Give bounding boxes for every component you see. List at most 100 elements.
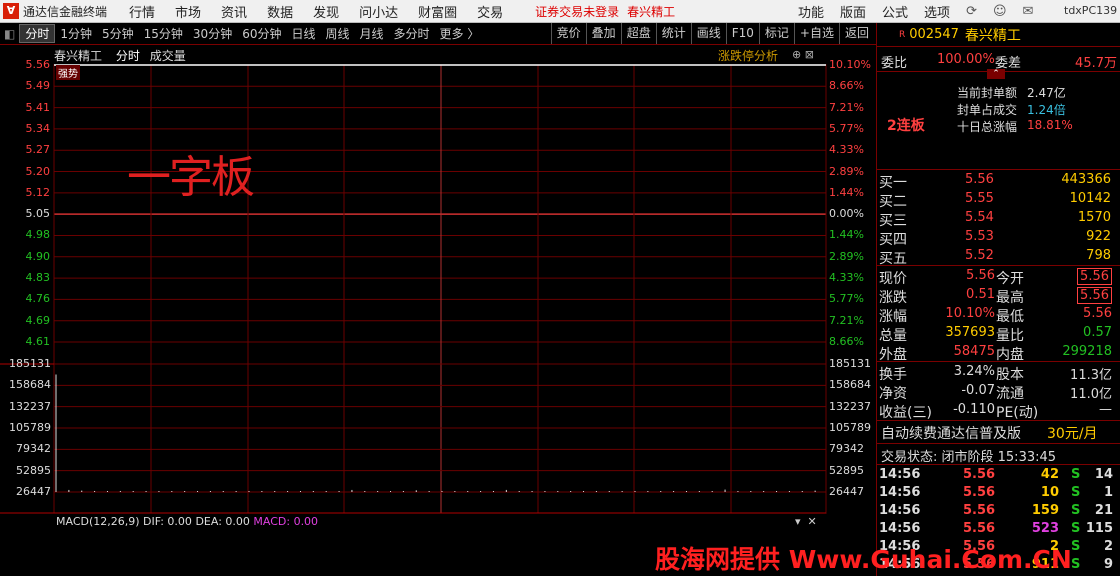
macd-value: MACD: 0.00: [253, 515, 319, 528]
promo-price[interactable]: 30元/月: [1047, 423, 1098, 443]
pct-tick-label: 1.44%: [829, 185, 864, 199]
tick-side: S: [1071, 467, 1081, 482]
tab-fenshi[interactable]: 分时: [19, 24, 56, 43]
menu-item-wenxiaoda[interactable]: 问小达: [349, 2, 408, 21]
menu-item-gongneng[interactable]: 功能: [790, 2, 832, 21]
tick-time: 14:56: [879, 485, 921, 500]
quote-panel: R 002547 春兴精工 委比 100.00% 委差 45.7万 ⌃ 2连板 …: [876, 23, 1120, 576]
menu-item-banmian[interactable]: 版面: [832, 2, 874, 21]
book-row[interactable]: 买二 5.55 10142: [877, 190, 1120, 210]
limit-up-annotation: 一字板: [127, 152, 255, 203]
info-label-right: 最高: [996, 290, 1024, 306]
refresh-icon[interactable]: ⟳: [958, 4, 985, 19]
volume-tick-label-right: 185131: [829, 357, 871, 370]
info-label-right: 流通: [996, 386, 1024, 402]
macd-dea: DEA: 0.00: [195, 515, 250, 528]
tab-15min[interactable]: 15分钟: [139, 25, 188, 42]
layout-toggle-icon[interactable]: ◧: [0, 27, 19, 41]
book-row[interactable]: 买四 5.53 922: [877, 228, 1120, 248]
tab-1min[interactable]: 1分钟: [55, 25, 97, 42]
tab-more[interactable]: 更多 〉: [435, 25, 485, 42]
tick-price: 5.56: [963, 485, 996, 500]
book-price: 5.55: [965, 191, 994, 206]
chart-frame: [53, 64, 827, 514]
volume-tick-label: 158684: [9, 378, 51, 392]
chart-stock-name: 春兴精工: [54, 49, 103, 63]
info-value-left: 10.10%: [945, 306, 995, 321]
r-marker: R: [899, 29, 906, 40]
menu-item-shuju[interactable]: 数据: [257, 2, 303, 21]
volume-tick-label: 105789: [9, 421, 51, 434]
menu-item-jiaoyi[interactable]: 交易: [467, 2, 513, 21]
pct-tick-label: 5.77%: [829, 121, 864, 135]
intraday-chart[interactable]: 春兴精工 分时 成交量 涨跌停分析 ⊕ ⊠ 强势 一字板 5.56 5.49 5.4…: [0, 45, 876, 576]
price-tick-label: 5.27: [25, 143, 51, 157]
price-tick-label: 4.61: [25, 335, 51, 348]
menu-item-xuanxiang[interactable]: 选项: [916, 2, 958, 21]
tool-tongji[interactable]: 统计: [655, 23, 691, 44]
tab-5min[interactable]: 5分钟: [97, 25, 139, 42]
tool-back[interactable]: 返回: [838, 23, 874, 44]
tab-30min[interactable]: 30分钟: [188, 25, 237, 42]
menu-item-gongshi[interactable]: 公式: [874, 2, 916, 21]
price-tick-label: 5.49: [25, 79, 51, 93]
user-icon[interactable]: ☺: [985, 4, 1015, 19]
limit-analysis-link[interactable]: 涨跌停分析: [718, 47, 778, 64]
tool-diejia[interactable]: 叠加: [585, 23, 621, 44]
weibi-row: 委比 100.00% 委差 45.7万: [877, 51, 1120, 71]
tab-daily[interactable]: 日线: [286, 25, 320, 42]
tool-chaopan[interactable]: 超盘: [620, 23, 656, 44]
info-value-right: 11.3亿: [1070, 368, 1112, 383]
pct-tick-label: 7.21%: [829, 100, 864, 114]
menu-item-shichang[interactable]: 市场: [165, 2, 211, 21]
volume-tick-label: 132237: [9, 399, 51, 413]
tick-side: S: [1071, 557, 1081, 572]
tick-count: 21: [1094, 503, 1113, 518]
limit-stat-value: 2.47亿: [1027, 86, 1066, 100]
tab-weekly[interactable]: 周线: [321, 25, 355, 42]
menu-item-hangqing[interactable]: 行情: [119, 2, 165, 21]
trade-login-notice[interactable]: 证券交易未登录: [535, 3, 619, 20]
tool-jingjia[interactable]: 竞价: [550, 23, 586, 44]
tool-add-watchlist[interactable]: +自选: [793, 23, 839, 44]
book-row[interactable]: 买五 5.52 798: [877, 247, 1120, 267]
promo-row[interactable]: 自动续费通达信普及版 30元/月: [877, 422, 1120, 443]
pc-name: tdxPC139: [1064, 4, 1118, 17]
book-price: 5.56: [965, 172, 994, 187]
quote-info-row: 外盘 58475 内盘 299218: [877, 343, 1120, 363]
limit-stat-row: 十日总涨幅 18.81%: [877, 117, 1120, 136]
info-value-right: —: [1099, 402, 1112, 417]
mail-icon[interactable]: ✉: [1015, 4, 1042, 19]
pct-tick-label: 1.44%: [829, 228, 864, 242]
collapse-arrow-icon[interactable]: ⌃: [987, 69, 1005, 79]
pct-tick-label: 0.00%: [829, 207, 864, 221]
stock-code: 002547: [909, 27, 959, 42]
tab-monthly[interactable]: 月线: [355, 25, 389, 42]
menu-item-faxian[interactable]: 发现: [303, 2, 349, 21]
pct-tick-label: 10.10%: [829, 58, 871, 71]
tab-multi-fenshi[interactable]: 多分时: [389, 25, 435, 42]
menu-item-zixun[interactable]: 资讯: [211, 2, 257, 21]
book-price: 5.52: [965, 248, 994, 263]
tool-huaxian[interactable]: 画线: [690, 23, 726, 44]
macd-controls[interactable]: ▾ ✕: [795, 515, 817, 528]
right-menu: 功能 版面 公式 选项 ⟳ ☺ ✉: [790, 0, 1041, 22]
promo-text[interactable]: 自动续费通达信普及版: [881, 423, 1021, 443]
tool-f10[interactable]: F10: [725, 23, 759, 44]
info-label-right: 今开: [996, 271, 1024, 287]
book-row[interactable]: 买三 5.54 1570: [877, 209, 1120, 229]
pct-tick-label: 7.21%: [829, 313, 864, 327]
book-row[interactable]: 买一 5.56 443366: [877, 171, 1120, 191]
tool-biaoji[interactable]: 标记: [758, 23, 794, 44]
menu-item-caifuquan[interactable]: 财富圈: [408, 2, 467, 21]
tab-60min[interactable]: 60分钟: [237, 25, 286, 42]
strength-badge: 强势: [56, 65, 80, 80]
info-label-left: 净资: [879, 386, 907, 402]
chart-header-icons[interactable]: ⊕ ⊠: [792, 48, 814, 61]
weicha-value: 45.7万: [1075, 56, 1117, 71]
chart-canvas[interactable]: [0, 45, 876, 576]
status-row: 交易状态: 闭市阶段 15:33:45: [877, 445, 1120, 465]
info-value-left: 357693: [945, 325, 995, 340]
info-label-left: 收益(三): [879, 405, 932, 421]
info-value-left: -0.07: [961, 383, 995, 398]
